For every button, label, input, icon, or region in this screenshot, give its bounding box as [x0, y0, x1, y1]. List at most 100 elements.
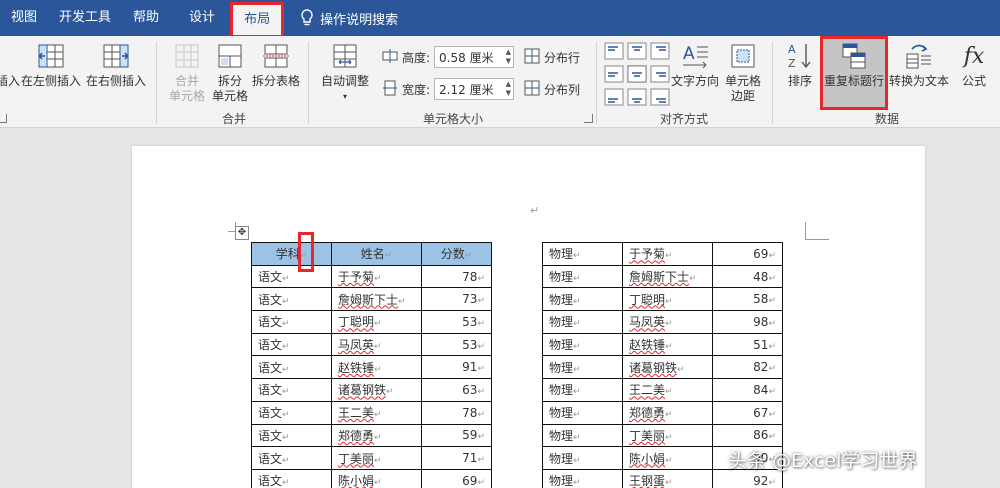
- rows-cols-launcher[interactable]: [0, 114, 7, 123]
- align-bottom-left-icon[interactable]: [604, 88, 624, 106]
- table-cell[interactable]: 语文↵: [251, 264, 332, 289]
- align-top-right-icon[interactable]: [650, 42, 670, 60]
- table-cell[interactable]: 78↵: [421, 264, 492, 289]
- height-input[interactable]: 0.58 厘米 ▲ ▼: [434, 46, 515, 68]
- table-cell[interactable]: 语文↵: [251, 468, 332, 488]
- table-cell[interactable]: 诸葛钢铁↵: [622, 355, 713, 380]
- table-cell[interactable]: 语文↵: [251, 332, 332, 357]
- table-cell[interactable]: 丁聪明↵: [622, 287, 713, 312]
- merge-cells-button[interactable]: 合并 单元格: [166, 40, 208, 104]
- table-cell[interactable]: 王钢蛋↵: [622, 468, 713, 488]
- table-cell[interactable]: 58↵: [712, 287, 783, 312]
- table-cell[interactable]: 86↵: [712, 423, 783, 448]
- table-cell[interactable]: 语文↵: [251, 355, 332, 380]
- align-bottom-right-icon[interactable]: [650, 88, 670, 106]
- tell-me-search[interactable]: 操作说明搜索: [320, 9, 398, 28]
- table-cell[interactable]: 物理↵: [542, 446, 623, 470]
- table-cell[interactable]: 物理↵: [542, 264, 623, 289]
- tab-help[interactable]: 帮助: [122, 0, 170, 36]
- text-direction-button[interactable]: A 文字方向: [670, 40, 720, 89]
- table-cell[interactable]: 物理↵: [542, 287, 623, 312]
- table-cell[interactable]: 98↵: [712, 310, 783, 334]
- table-cell[interactable]: 物理↵: [542, 378, 623, 402]
- width-input[interactable]: 2.12 厘米 ▲ ▼: [434, 78, 515, 100]
- split-cells-button[interactable]: 拆分 单元格: [210, 40, 250, 104]
- table-cell[interactable]: 赵铁锤↵: [331, 355, 422, 380]
- table-cell[interactable]: 物理↵: [542, 423, 623, 448]
- header-cell[interactable]: 学科↵: [251, 242, 332, 266]
- align-middle-right-icon[interactable]: [650, 65, 670, 83]
- sort-button[interactable]: AZ 排序: [782, 40, 818, 89]
- distribute-rows-button[interactable]: 分布行: [524, 48, 584, 67]
- table-cell[interactable]: 语文↵: [251, 287, 332, 312]
- table-cell[interactable]: 语文↵: [251, 446, 332, 470]
- table-cell[interactable]: 王二美↵: [622, 378, 713, 402]
- table-cell[interactable]: 67↵: [712, 400, 783, 425]
- table-cell[interactable]: 物理↵: [542, 310, 623, 334]
- table-cell[interactable]: 59↵: [421, 423, 492, 448]
- table-cell[interactable]: 51↵: [712, 332, 783, 357]
- header-cell[interactable]: 分数↵: [421, 242, 492, 266]
- table-cell[interactable]: 于予菊↵: [331, 264, 422, 289]
- tab-design[interactable]: 设计: [178, 0, 226, 36]
- table-cell[interactable]: 陈小娟↵: [331, 468, 422, 488]
- table-cell[interactable]: 69↵: [421, 468, 492, 488]
- table-cell[interactable]: 78↵: [421, 400, 492, 425]
- table-cell[interactable]: 马凤英↵: [622, 310, 713, 334]
- table-cell[interactable]: 物理↵: [542, 355, 623, 380]
- spin-arrows-icon[interactable]: ▲ ▼: [506, 48, 511, 66]
- table-cell[interactable]: 语文↵: [251, 378, 332, 402]
- table-cell[interactable]: 王二美↵: [331, 400, 422, 425]
- table-cell[interactable]: 语文↵: [251, 310, 332, 334]
- table-cell[interactable]: 48↵: [712, 264, 783, 289]
- table-cell[interactable]: 丁美丽↵: [331, 446, 422, 470]
- cell-size-launcher[interactable]: [584, 114, 593, 123]
- spin-arrows-icon[interactable]: ▲ ▼: [506, 80, 511, 98]
- table-move-handle-icon[interactable]: ✥: [235, 226, 249, 240]
- table-cell[interactable]: 语文↵: [251, 423, 332, 448]
- insert-left-button[interactable]: 在左侧插入: [21, 40, 81, 89]
- formula-button[interactable]: fx 公式: [956, 40, 992, 89]
- table-cell[interactable]: 53↵: [421, 332, 492, 357]
- table-cell[interactable]: 于予菊↵: [622, 242, 713, 266]
- align-middle-left-icon[interactable]: [604, 65, 624, 83]
- header-cell[interactable]: 姓名↵: [331, 242, 422, 266]
- table-cell[interactable]: 马凤英↵: [331, 332, 422, 357]
- align-top-left-icon[interactable]: [604, 42, 624, 60]
- table-cell[interactable]: 丁聪明↵: [331, 310, 422, 334]
- cell-margins-button[interactable]: 单元格 边距: [722, 40, 764, 104]
- insert-right-button[interactable]: 在右侧插入: [86, 40, 146, 89]
- align-bottom-center-icon[interactable]: [627, 88, 647, 106]
- table-cell[interactable]: 73↵: [421, 287, 492, 312]
- table-cell[interactable]: 物理↵: [542, 468, 623, 488]
- autofit-button[interactable]: 自动调整 ▾: [318, 40, 372, 104]
- table-cell[interactable]: 詹姆斯下士↵: [331, 287, 422, 312]
- table-cell[interactable]: 物理↵: [542, 332, 623, 357]
- table-cell[interactable]: 71↵: [421, 446, 492, 470]
- table-cell[interactable]: 詹姆斯下士↵: [622, 264, 713, 289]
- align-middle-center-icon[interactable]: [627, 65, 647, 83]
- table-cell[interactable]: 赵铁锤↵: [622, 332, 713, 357]
- table-cell[interactable]: 郑德勇↵: [331, 423, 422, 448]
- convert-to-text-button[interactable]: 转换为文本: [888, 40, 950, 89]
- table-cell[interactable]: 69↵: [712, 242, 783, 266]
- table-cell[interactable]: 诸葛钢铁↵: [331, 378, 422, 402]
- align-top-center-icon[interactable]: [627, 42, 647, 60]
- split-table-button[interactable]: 拆分表格: [250, 40, 302, 89]
- table-cell[interactable]: 82↵: [712, 355, 783, 380]
- lightbulb-icon[interactable]: [298, 0, 316, 36]
- tab-developer[interactable]: 开发工具: [48, 0, 122, 36]
- table-cell[interactable]: 郑德勇↵: [622, 400, 713, 425]
- table-cell[interactable]: 语文↵: [251, 400, 332, 425]
- table-cell[interactable]: 物理↵: [542, 242, 623, 266]
- table-cell[interactable]: 丁美丽↵: [622, 423, 713, 448]
- table-cell[interactable]: 84↵: [712, 378, 783, 402]
- distribute-cols-button[interactable]: 分布列: [524, 80, 584, 99]
- table-cell[interactable]: 53↵: [421, 310, 492, 334]
- table-cell[interactable]: 物理↵: [542, 400, 623, 425]
- tab-view[interactable]: 视图: [0, 0, 48, 36]
- tab-layout[interactable]: 布局: [230, 2, 285, 38]
- table-cell[interactable]: 91↵: [421, 355, 492, 380]
- table-cell[interactable]: 陈小娟↵: [622, 446, 713, 470]
- table-cell[interactable]: 63↵: [421, 378, 492, 402]
